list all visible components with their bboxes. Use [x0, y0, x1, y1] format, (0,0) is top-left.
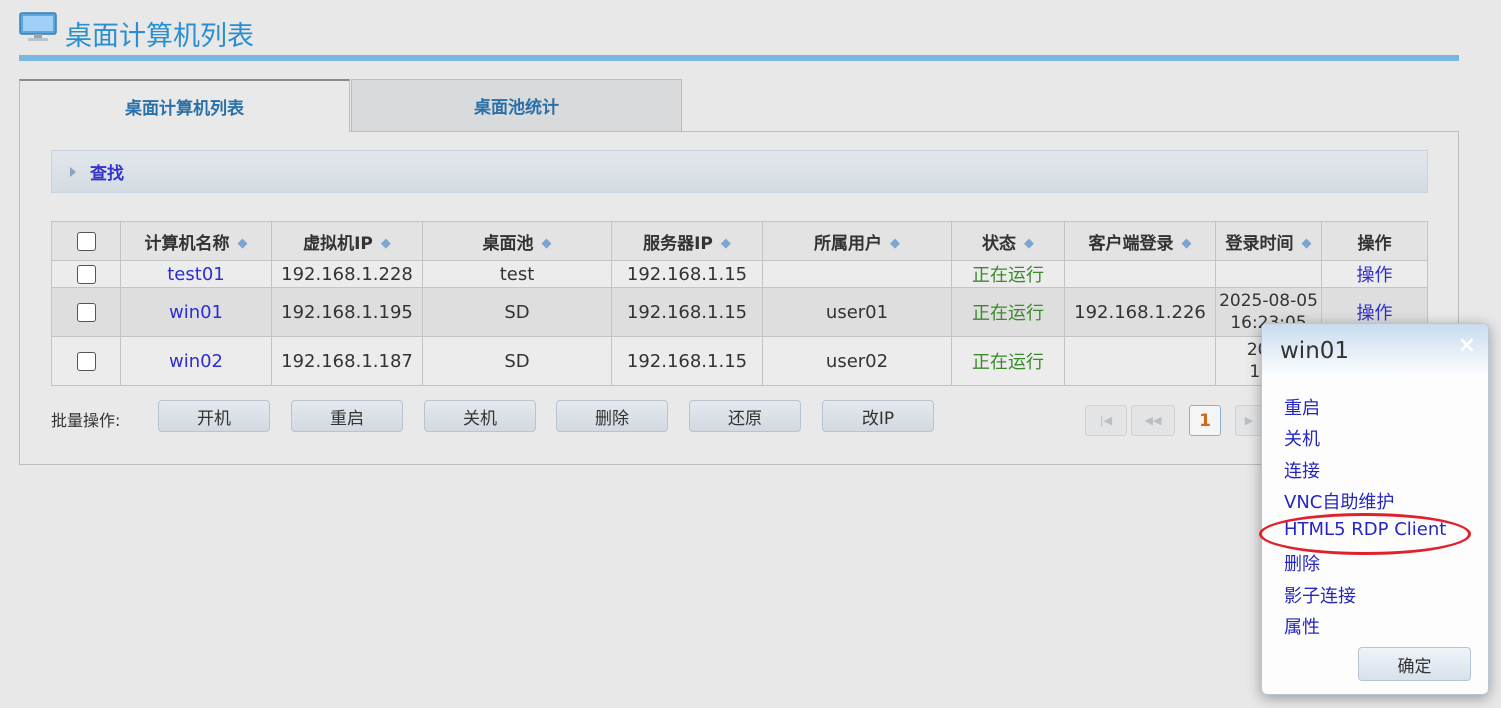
action-dialog: win01 × 重启 关机 连接 VNC自助维护 HTML5 RDP Clien…: [1261, 323, 1489, 695]
menu-item-shutdown[interactable]: 关机: [1284, 425, 1446, 456]
sort-icon: ◆: [1181, 236, 1192, 251]
search-toggle[interactable]: 查找: [51, 150, 1428, 193]
search-label: 查找: [90, 164, 124, 184]
col-header-name[interactable]: 计算机名称 ◆: [120, 221, 272, 261]
change-ip-button[interactable]: 改IP: [822, 400, 934, 432]
page-title: 桌面计算机列表: [65, 21, 254, 52]
select-all-header: [51, 221, 121, 261]
select-all-checkbox[interactable]: [76, 231, 96, 251]
col-header-vm-ip[interactable]: 虚拟机IP ◆: [271, 221, 423, 261]
tab-desktop-list[interactable]: 桌面计算机列表: [19, 79, 350, 132]
sort-icon: ◆: [237, 236, 248, 251]
status-cell: 正在运行: [951, 336, 1065, 386]
table-row: win01 192.168.1.195 SD 192.168.1.15 user…: [51, 287, 1428, 337]
server-ip-cell: 192.168.1.15: [611, 336, 763, 386]
login-time-cell: [1215, 260, 1322, 288]
close-icon[interactable]: ×: [1458, 333, 1476, 358]
table-row: test01 192.168.1.228 test 192.168.1.15 正…: [51, 260, 1428, 288]
pool-cell: SD: [422, 287, 612, 337]
sort-icon: ◆: [1024, 236, 1034, 251]
col-header-user[interactable]: 所属用户 ◆: [762, 221, 952, 261]
page-header: 桌面计算机列表: [19, 0, 1459, 62]
dialog-title: win01: [1280, 338, 1350, 364]
server-ip-cell: 192.168.1.15: [611, 260, 763, 288]
tab-pool-stats[interactable]: 桌面池统计: [351, 79, 682, 132]
row-checkbox[interactable]: [76, 265, 96, 284]
col-header-login-time[interactable]: 登录时间 ◆: [1215, 221, 1322, 261]
col-header-client[interactable]: 客户端登录 ◆: [1064, 221, 1216, 261]
tab-bar: 桌面计算机列表 桌面池统计: [19, 79, 683, 132]
pool-cell: SD: [422, 336, 612, 386]
row-checkbox[interactable]: [76, 352, 96, 371]
restore-button[interactable]: 还原: [689, 400, 801, 432]
computer-name-link[interactable]: test01: [167, 264, 224, 285]
col-header-pool[interactable]: 桌面池 ◆: [422, 221, 612, 261]
menu-item-properties[interactable]: 属性: [1284, 613, 1446, 644]
action-menu: 重启 关机 连接 VNC自助维护 HTML5 RDP Client 删除 影子连…: [1284, 394, 1446, 644]
menu-item-html5-rdp-client[interactable]: HTML5 RDP Client: [1284, 519, 1446, 550]
menu-item-restart[interactable]: 重启: [1284, 394, 1446, 425]
user-cell: user01: [762, 287, 952, 337]
first-page-icon[interactable]: |◀: [1085, 405, 1127, 436]
batch-label: 批量操作:: [51, 411, 121, 430]
col-header-status[interactable]: 状态 ◆: [951, 221, 1065, 261]
sort-icon: ◆: [1301, 236, 1312, 251]
vm-ip-cell: 192.168.1.187: [271, 336, 423, 386]
dialog-header: win01 ×: [1262, 324, 1488, 378]
computer-name-link[interactable]: win02: [169, 351, 223, 372]
menu-item-connect[interactable]: 连接: [1284, 457, 1446, 488]
sort-icon: ◆: [890, 236, 900, 251]
pool-cell: test: [422, 260, 612, 288]
table-row: win02 192.168.1.187 SD 192.168.1.15 user…: [51, 336, 1428, 386]
col-header-server-ip[interactable]: 服务器IP ◆: [611, 221, 763, 261]
delete-button[interactable]: 删除: [556, 400, 668, 432]
client-cell: [1064, 336, 1216, 386]
status-cell: 正在运行: [951, 287, 1065, 337]
row-action-link[interactable]: 操作: [1357, 303, 1393, 324]
vm-ip-cell: 192.168.1.195: [271, 287, 423, 337]
vm-ip-cell: 192.168.1.228: [271, 260, 423, 288]
sort-icon: ◆: [380, 236, 391, 251]
page-1-button[interactable]: 1: [1189, 405, 1221, 436]
ok-button[interactable]: 确定: [1358, 647, 1471, 681]
user-cell: [762, 260, 952, 288]
sort-icon: ◆: [541, 236, 552, 251]
menu-item-vnc-maintenance[interactable]: VNC自助维护: [1284, 488, 1446, 519]
user-cell: user02: [762, 336, 952, 386]
menu-item-shadow-connect[interactable]: 影子连接: [1284, 582, 1446, 613]
computer-name-link[interactable]: win01: [169, 302, 223, 323]
batch-actions: 批量操作: 开机 重启 关机 删除 还原 改IP: [51, 400, 951, 434]
power-on-button[interactable]: 开机: [158, 400, 270, 432]
prev-page-icon[interactable]: ◀◀: [1131, 405, 1175, 436]
next-page-icon[interactable]: ▶: [1235, 405, 1263, 436]
sort-icon: ◆: [720, 236, 731, 251]
monitor-icon: [19, 12, 57, 41]
header-divider: [19, 55, 1459, 61]
row-checkbox[interactable]: [76, 303, 96, 322]
shutdown-button[interactable]: 关机: [424, 400, 536, 432]
server-ip-cell: 192.168.1.15: [611, 287, 763, 337]
menu-item-delete[interactable]: 删除: [1284, 550, 1446, 581]
expand-arrow-icon: [70, 166, 76, 177]
desktop-table: 计算机名称 ◆ 虚拟机IP ◆ 桌面池 ◆ 服务器IP ◆ 所属用户 ◆ 状态 ◆ 客户端登…: [51, 221, 1428, 386]
client-cell: 192.168.1.226: [1064, 287, 1216, 337]
restart-button[interactable]: 重启: [291, 400, 403, 432]
row-action-link[interactable]: 操作: [1357, 265, 1393, 286]
content-panel: 查找 计算机名称 ◆ 虚拟机IP ◆ 桌面池 ◆ 服务器IP ◆ 所属用户 ◆ 状态 ◆ 客…: [19, 131, 1459, 465]
col-header-action: 操作: [1321, 221, 1428, 261]
client-cell: [1064, 260, 1216, 288]
status-cell: 正在运行: [951, 260, 1065, 288]
